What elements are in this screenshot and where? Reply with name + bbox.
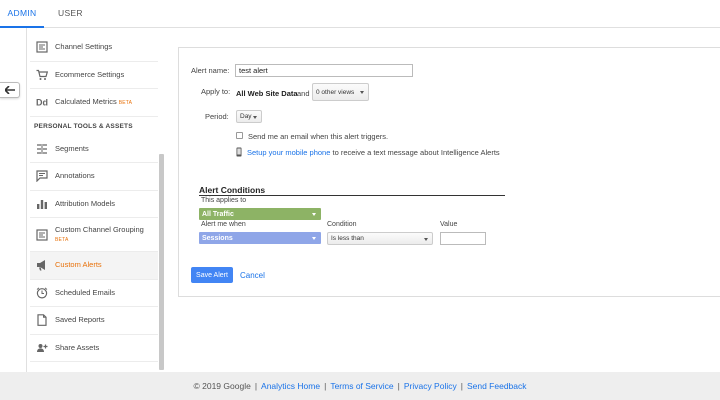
- period-label: Period:: [205, 112, 229, 121]
- main-content: Alert name: test alert Apply to: All Web…: [168, 28, 720, 372]
- footer-separator: |: [324, 381, 327, 391]
- conditions-divider: [199, 195, 505, 196]
- save-alert-button[interactable]: Save Alert: [191, 267, 233, 283]
- footer-separator: |: [397, 381, 400, 391]
- sidebar-item-ecommerce-settings[interactable]: Ecommerce Settings: [30, 62, 158, 89]
- apply-to-value: All Web Site Data: [236, 89, 298, 98]
- period-value: Day: [240, 113, 252, 120]
- chevron-down-icon: [424, 237, 428, 241]
- alert-form-panel: Alert name: test alert Apply to: All Web…: [178, 47, 720, 297]
- annotations-icon: [36, 170, 48, 183]
- clock-icon: [36, 287, 48, 299]
- chevron-down-icon: [253, 115, 257, 119]
- sidebar-item-label: Attribution Models: [55, 198, 116, 208]
- top-tab-bar: ADMIN USER: [0, 0, 720, 28]
- channel-settings-icon: [36, 41, 48, 53]
- sidebar-item-label-wrap: Custom Channel Grouping BETA: [55, 225, 144, 245]
- sidebar-item-label: Custom Channel Grouping: [55, 224, 144, 234]
- applies-to-value: All Traffic: [202, 210, 234, 218]
- chevron-down-icon: [360, 91, 364, 94]
- sidebar-item-saved-reports[interactable]: Saved Reports: [30, 307, 158, 335]
- period-dropdown[interactable]: Day: [236, 110, 262, 123]
- back-arrow-icon: [4, 86, 15, 94]
- sidebar-item-annotations[interactable]: Annotations: [30, 163, 158, 191]
- applies-to-dropdown[interactable]: All Traffic: [199, 208, 321, 220]
- alert-when-label: Alert me when: [201, 221, 246, 228]
- beta-badge: BETA: [118, 99, 133, 106]
- mobile-row: Setup your mobile phone to receive a tex…: [247, 148, 500, 157]
- email-checkbox[interactable]: [236, 132, 243, 139]
- share-icon: [37, 343, 48, 352]
- footer-link-privacy[interactable]: Privacy Policy: [404, 381, 457, 391]
- sidebar-item-label: Ecommerce Settings: [55, 69, 125, 79]
- svg-text:Dd: Dd: [36, 98, 48, 108]
- sidebar-item-scheduled-emails[interactable]: Scheduled Emails: [30, 280, 158, 307]
- segments-icon: [37, 143, 47, 154]
- footer-separator: |: [254, 381, 258, 391]
- sidebar-item-label: Annotations: [55, 171, 95, 181]
- footer-link-analytics-home[interactable]: Analytics Home: [261, 381, 320, 391]
- sidebar-item-label: Share Assets: [55, 342, 100, 352]
- back-button[interactable]: [0, 82, 20, 98]
- sidebar-item-calculated-metrics[interactable]: Dd Calculated Metrics BETA: [30, 89, 158, 117]
- sidebar-item-label: Custom Alerts: [55, 260, 102, 270]
- alert-name-input[interactable]: test alert: [235, 64, 413, 77]
- section-title-personal-tools: PERSONAL TOOLS & ASSETS: [34, 122, 133, 130]
- sidebar-item-label: Scheduled Emails: [55, 287, 116, 297]
- footer-separator: |: [460, 381, 463, 391]
- tab-admin[interactable]: ADMIN: [0, 0, 44, 28]
- sidebar-item-segments[interactable]: Segments: [30, 136, 158, 163]
- value-label: Value: [440, 221, 458, 228]
- megaphone-icon: [37, 260, 45, 271]
- cancel-link[interactable]: Cancel: [240, 271, 265, 280]
- sidebar-item-label: Calculated Metrics: [55, 96, 117, 106]
- condition-dropdown[interactable]: Is less than: [327, 232, 433, 245]
- alert-when-value: Sessions: [202, 234, 233, 242]
- email-checkbox-label: Send me an email when this alert trigger…: [248, 132, 389, 141]
- sidebar-divider: [26, 28, 27, 372]
- applies-to-label: This applies to: [201, 197, 247, 204]
- sidebar-item-custom-channel-grouping[interactable]: Custom Channel Grouping BETA: [30, 218, 158, 252]
- alert-when-dropdown[interactable]: Sessions: [199, 232, 321, 244]
- sidebar-item-custom-alerts[interactable]: Custom Alerts: [30, 252, 158, 280]
- apply-to-label: Apply to:: [201, 87, 231, 96]
- condition-label: Condition: [327, 221, 357, 228]
- condition-value: Is less than: [331, 235, 364, 242]
- channel-grouping-icon: [36, 228, 48, 241]
- mobile-phone-icon: [236, 147, 242, 157]
- sidebar-scrollbar[interactable]: [159, 154, 164, 370]
- page-footer: © 2019 Google | Analytics Home | Terms o…: [0, 372, 720, 400]
- document-icon: [37, 314, 47, 327]
- sidebar-item-label: Saved Reports: [55, 315, 105, 325]
- sidebar-item-channel-settings[interactable]: Channel Settings: [30, 34, 158, 62]
- admin-sidebar: Channel Settings Ecommerce Settings Dd C…: [30, 34, 158, 362]
- value-input[interactable]: [440, 232, 486, 245]
- alert-conditions-title: Alert Conditions: [199, 185, 266, 195]
- tab-user[interactable]: USER: [58, 0, 83, 28]
- sidebar-item-label: Segments: [55, 143, 89, 153]
- apply-to-and: and: [297, 89, 310, 98]
- footer-link-feedback[interactable]: Send Feedback: [467, 381, 527, 391]
- dd-icon: Dd: [36, 98, 48, 108]
- sidebar-item-attribution-models[interactable]: Attribution Models: [30, 191, 158, 218]
- alert-name-label: Alert name:: [191, 66, 230, 75]
- bar-chart-icon: [37, 199, 47, 209]
- cart-icon: [36, 69, 48, 80]
- sidebar-item-label-wrap: Calculated Metrics BETA: [55, 97, 132, 108]
- mobile-row-text: to receive a text message about Intellig…: [332, 148, 500, 157]
- sidebar-item-label: Channel Settings: [55, 42, 113, 52]
- footer-link-terms[interactable]: Terms of Service: [330, 381, 393, 391]
- chevron-down-icon: [312, 237, 316, 240]
- sidebar-item-share-assets[interactable]: Share Assets: [30, 335, 158, 362]
- chevron-down-icon: [312, 213, 316, 216]
- setup-mobile-link[interactable]: Setup your mobile phone: [247, 148, 330, 157]
- footer-copyright: © 2019 Google: [193, 381, 251, 391]
- beta-badge: BETA: [55, 236, 69, 243]
- other-views-dropdown[interactable]: 0 other views: [312, 83, 369, 101]
- other-views-value: 0 other views: [316, 88, 355, 96]
